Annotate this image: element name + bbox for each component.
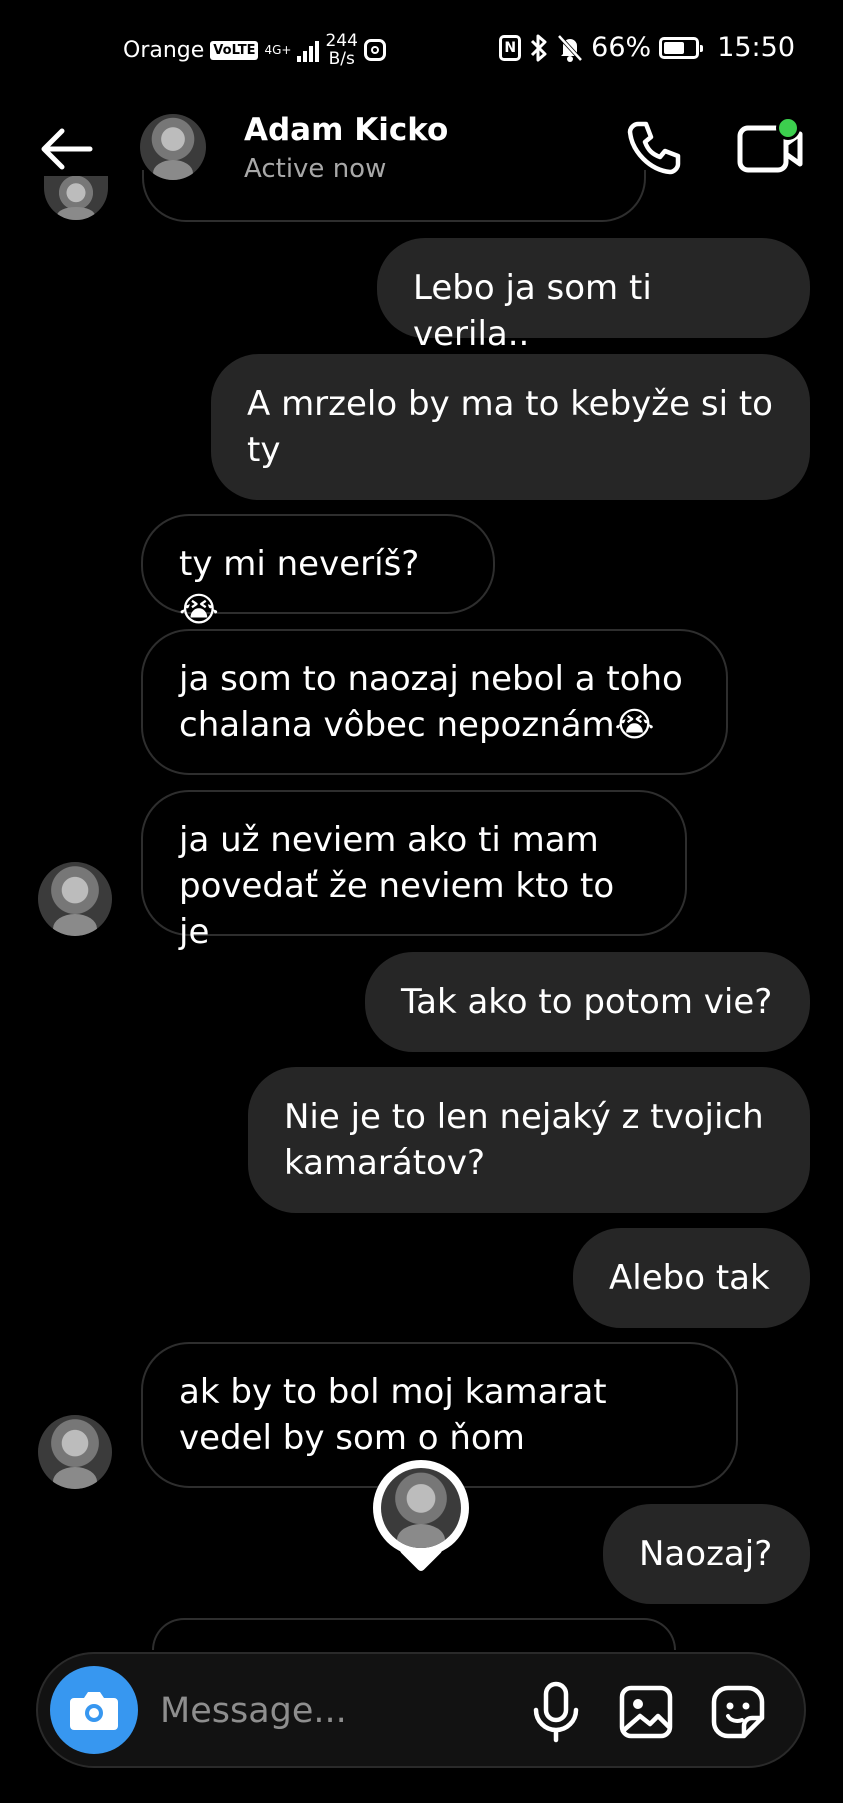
- message-bubble-incoming[interactable]: ja už neviem ako ti mam povedať že nevie…: [141, 790, 687, 952]
- camera-button[interactable]: [50, 1666, 138, 1754]
- gallery-icon[interactable]: [616, 1678, 676, 1744]
- contact-avatar[interactable]: [38, 1415, 112, 1489]
- message-bubble-outgoing[interactable]: Alebo tak: [573, 1228, 810, 1328]
- seen-indicator: [373, 1460, 469, 1580]
- clock: 15:50: [717, 32, 795, 63]
- signal-icon: [297, 38, 320, 62]
- status-right: N 66% 15:50: [499, 32, 795, 63]
- contact-avatar-partial: [44, 176, 108, 220]
- sticker-icon[interactable]: [708, 1678, 768, 1744]
- message-bubble-incoming[interactable]: ty mi neveríš?😭: [141, 514, 495, 630]
- phone-icon[interactable]: [624, 118, 684, 178]
- volte-badge: VoLTE: [210, 40, 259, 60]
- instagram-icon: [363, 39, 386, 61]
- message-bubble-outgoing[interactable]: Naozaj?: [603, 1504, 810, 1604]
- message-bubble-partial: [142, 170, 646, 222]
- network-speed: 244 B/s: [325, 32, 357, 68]
- message-composer: [36, 1652, 806, 1768]
- back-arrow-icon[interactable]: [36, 124, 96, 174]
- bluetooth-icon: [531, 34, 547, 61]
- contact-name[interactable]: Adam Kicko: [244, 112, 448, 148]
- speed-unit: B/s: [328, 49, 355, 69]
- nfc-icon: N: [499, 34, 522, 61]
- message-bubble-incoming[interactable]: ja som to naozaj nebol a toho chalana vô…: [141, 629, 728, 775]
- mute-bell-icon: [557, 34, 583, 62]
- message-bubble-outgoing[interactable]: A mrzelo by ma to kebyže si to ty: [211, 354, 810, 500]
- status-bar: Orange VoLTE 4G+ 244 B/s N 66% 15:50: [0, 0, 843, 100]
- carrier-label: Orange: [123, 37, 205, 63]
- contact-avatar[interactable]: [38, 862, 112, 936]
- message-bubble-outgoing[interactable]: Nie je to len nejaký z tvojich kamarátov…: [248, 1067, 810, 1213]
- camera-icon: [70, 1692, 118, 1730]
- microphone-icon[interactable]: [526, 1678, 586, 1744]
- message-bubble-outgoing[interactable]: Tak ako to potom vie?: [365, 952, 810, 1052]
- message-input[interactable]: [158, 1684, 522, 1738]
- message-bubble-outgoing[interactable]: Lebo ja som ti verila..: [377, 238, 810, 354]
- seen-avatar: [381, 1468, 461, 1548]
- message-bubble-partial: [152, 1618, 676, 1650]
- battery-percent: 66%: [591, 32, 652, 63]
- network-type: 4G+: [264, 43, 292, 57]
- online-indicator: [776, 116, 800, 140]
- status-left: Orange VoLTE 4G+ 244 B/s: [123, 32, 386, 68]
- speed-value: 244: [325, 31, 358, 51]
- battery-icon: [659, 36, 704, 59]
